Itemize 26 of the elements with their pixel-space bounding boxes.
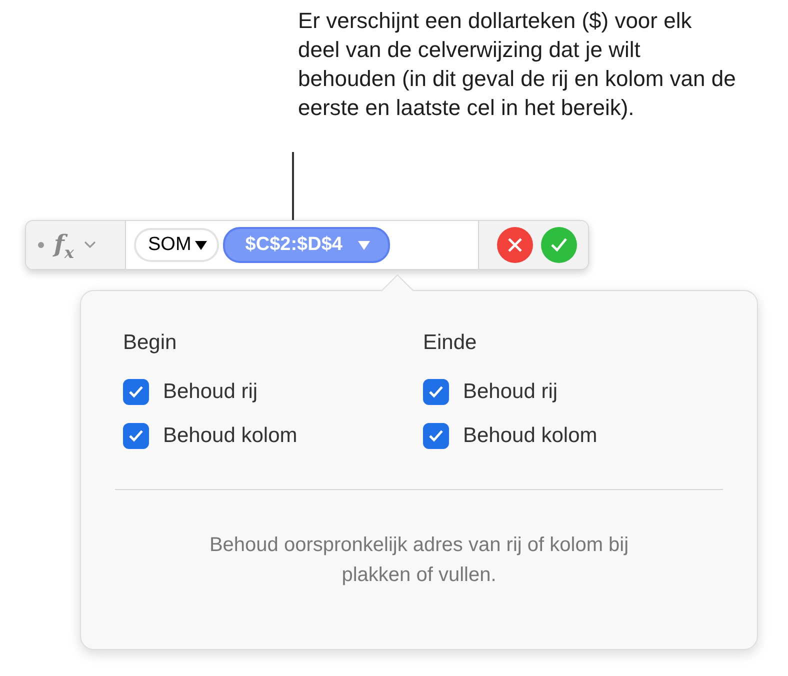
checkmark-icon	[128, 385, 144, 399]
checkbox[interactable]	[423, 379, 449, 405]
checkbox[interactable]	[423, 423, 449, 449]
checkbox[interactable]	[123, 379, 149, 405]
note-text: Behoud oorspronkelijk adres van rij of kolom bij plakken of vullen.	[208, 533, 630, 588]
function-label: f$_{x}$	[54, 228, 74, 262]
triangle-icon	[195, 240, 208, 250]
checkbox-label: Behoud kolom	[463, 424, 598, 448]
checkmark-icon	[128, 429, 144, 443]
checkmark-icon	[428, 429, 444, 443]
checkbox-label: Behoud kolom	[163, 424, 298, 448]
function-token[interactable]: SOM	[134, 228, 220, 262]
checkmark-icon	[428, 385, 444, 399]
checkbox-label: Behoud rij	[163, 380, 258, 404]
callout-text: Er verschijnt een dollarteken ($) voor elk deel van de celverwijzing dat je wilt behouden (in dit geval de rij en kolom van de eerste en laatste cel in het bereik).	[298, 7, 737, 122]
accept-button[interactable]	[541, 227, 577, 263]
checkmark-icon	[550, 237, 568, 253]
cancel-button[interactable]	[497, 227, 533, 263]
checkbox-label: Behoud rij	[463, 380, 558, 404]
dot-icon	[38, 242, 44, 248]
chevron-icon[interactable]	[84, 241, 96, 249]
triangle-icon	[358, 240, 370, 250]
close-icon	[507, 237, 523, 253]
group-title: Begin	[123, 331, 178, 355]
group-title: Einde	[423, 331, 478, 355]
checkbox[interactable]	[123, 423, 149, 449]
